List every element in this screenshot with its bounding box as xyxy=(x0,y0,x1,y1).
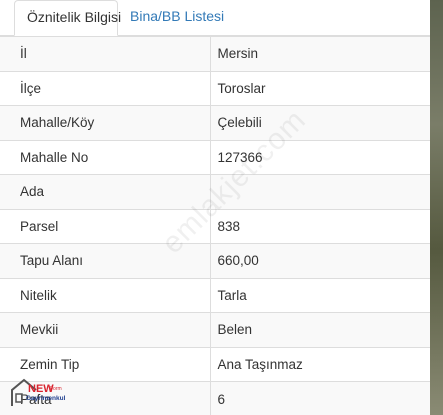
table-row: Pafta 6 xyxy=(0,381,430,415)
row-key: Parsel xyxy=(0,208,210,244)
map-background xyxy=(430,0,443,415)
row-value: Toroslar xyxy=(209,70,430,106)
row-key: Ada xyxy=(0,174,210,209)
table-row: Mahalle No 127366 xyxy=(0,139,430,175)
table-row: Parsel 838 xyxy=(0,208,430,244)
table-row: Nitelik Tarla xyxy=(0,277,430,313)
tab-attribute-info[interactable]: Öznitelik Bilgisi xyxy=(14,0,121,36)
row-key: Pafta xyxy=(0,381,210,415)
row-key: İl xyxy=(0,36,210,71)
row-value: Belen xyxy=(209,312,430,347)
tab-bar: Öznitelik Bilgisi Bina/BB Listesi xyxy=(0,0,430,36)
attribute-panel: Öznitelik Bilgisi Bina/BB Listesi İl Mer… xyxy=(0,0,430,415)
table-row: İlçe Toroslar xyxy=(0,70,430,106)
row-key: Mahalle/Köy xyxy=(0,105,210,140)
row-key: Mahalle No xyxy=(0,139,210,175)
table-row: Mahalle/Köy Çelebili xyxy=(0,105,430,140)
row-value xyxy=(209,174,430,209)
row-key: Zemin Tip xyxy=(0,346,210,382)
attribute-table-wrap: İl Mersin İlçe Toroslar Mahalle/Köy Çele… xyxy=(0,36,430,415)
row-key: Nitelik xyxy=(0,277,210,313)
table-row: Tapu Alanı 660,00 xyxy=(0,243,430,278)
row-value: 838 xyxy=(209,208,430,244)
row-value: 660,00 xyxy=(209,243,430,278)
table-row: İl Mersin xyxy=(0,36,430,71)
row-key: Mevkii xyxy=(0,312,210,347)
row-value: 6 xyxy=(209,381,430,415)
row-value: 127366 xyxy=(209,139,430,175)
row-value: Mersin xyxy=(209,36,430,71)
row-value: Tarla xyxy=(209,277,430,313)
row-key: Tapu Alanı xyxy=(0,243,210,278)
row-value: Ana Taşınmaz xyxy=(209,346,430,382)
table-row: Mevkii Belen xyxy=(0,312,430,347)
table-row: Zemin Tip Ana Taşınmaz xyxy=(0,346,430,382)
row-key: İlçe xyxy=(0,70,210,106)
row-value: Çelebili xyxy=(209,105,430,140)
table-row: Ada xyxy=(0,174,430,209)
tab-building-list[interactable]: Bina/BB Listesi xyxy=(118,0,236,35)
attribute-table: İl Mersin İlçe Toroslar Mahalle/Köy Çele… xyxy=(0,36,430,415)
